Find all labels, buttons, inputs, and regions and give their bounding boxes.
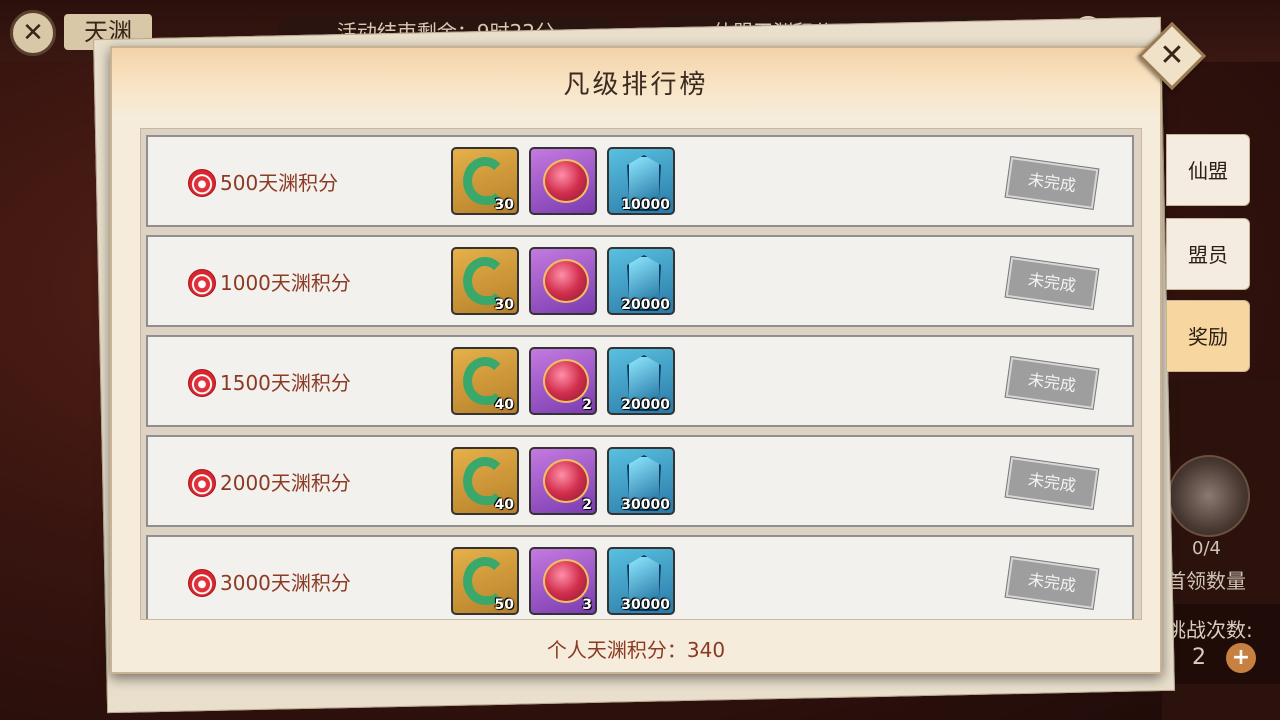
item-quantity: 40 (494, 497, 514, 513)
jade-icon[interactable]: 40 (451, 347, 519, 415)
challenge-label: 挑战次数: (1166, 618, 1253, 642)
jade-icon[interactable]: 40 (451, 447, 519, 515)
reward-row: 1500天渊积分 40 2 20000 未完成 (146, 335, 1134, 427)
item-quantity: 30 (494, 297, 514, 313)
side-tab[interactable]: 盟员 (1166, 218, 1250, 290)
item-quantity: 30000 (621, 497, 670, 513)
flame-icon (188, 369, 216, 397)
row-label: 1000天渊积分 (220, 271, 351, 295)
status-badge: 未完成 (1004, 255, 1100, 311)
reward-row: 500天渊积分 30 10000 未完成 (146, 135, 1134, 227)
flame-icon (188, 169, 216, 197)
status-badge: 未完成 (1004, 455, 1100, 511)
add-challenge-button[interactable]: + (1226, 643, 1256, 673)
flame-icon (188, 469, 216, 497)
reward-row: 1000天渊积分 30 20000 未完成 (146, 235, 1134, 327)
item-quantity: 50 (494, 597, 514, 613)
orb-icon[interactable] (529, 147, 597, 215)
row-label: 2000天渊积分 (220, 471, 351, 495)
spirit-stone-icon[interactable]: 20000 (607, 347, 675, 415)
jade-icon[interactable]: 30 (451, 247, 519, 315)
row-label: 3000天渊积分 (220, 571, 351, 595)
orb-icon-art (543, 259, 589, 303)
item-quantity: 10000 (621, 197, 670, 213)
item-quantity: 2 (582, 397, 592, 413)
jade-icon[interactable]: 50 (451, 547, 519, 615)
flame-icon (188, 569, 216, 597)
back-icon: ✕ (22, 18, 44, 48)
boss-count: 0/4 (1192, 538, 1221, 559)
spirit-stone-icon[interactable]: 30000 (607, 547, 675, 615)
orb-icon[interactable]: 2 (529, 447, 597, 515)
jade-icon[interactable]: 30 (451, 147, 519, 215)
spirit-stone-icon[interactable]: 10000 (607, 147, 675, 215)
flame-icon (188, 269, 216, 297)
spirit-stone-icon[interactable]: 20000 (607, 247, 675, 315)
item-quantity: 40 (494, 397, 514, 413)
item-quantity: 30000 (621, 597, 670, 613)
row-label: 1500天渊积分 (220, 371, 351, 395)
item-quantity: 20000 (621, 397, 670, 413)
challenge-count: 2 (1192, 645, 1206, 670)
item-quantity: 20000 (621, 297, 670, 313)
item-quantity: 3 (582, 597, 592, 613)
back-button[interactable]: ✕ (10, 10, 56, 56)
orb-icon[interactable]: 3 (529, 547, 597, 615)
panel-title: 凡级排行榜 (563, 70, 709, 100)
status-badge: 未完成 (1004, 555, 1100, 611)
orb-icon-art (543, 159, 589, 203)
reward-row: 3000天渊积分 50 3 30000 未完成 (146, 535, 1134, 619)
item-quantity: 2 (582, 497, 592, 513)
side-tab[interactable]: 仙盟 (1166, 134, 1250, 206)
reward-list[interactable]: 500天渊积分 30 10000 未完成 1000天渊积分 30 20000 未完成 1500天… (140, 128, 1142, 620)
reward-row: 2000天渊积分 40 2 30000 未完成 (146, 435, 1134, 527)
status-badge: 未完成 (1004, 355, 1100, 411)
row-label: 500天渊积分 (220, 171, 339, 195)
boss-avatar[interactable] (1168, 455, 1250, 537)
orb-icon[interactable]: 2 (529, 347, 597, 415)
close-icon[interactable]: ✕ (1148, 32, 1196, 80)
spirit-stone-icon[interactable]: 30000 (607, 447, 675, 515)
status-badge: 未完成 (1004, 155, 1100, 211)
orb-icon[interactable] (529, 247, 597, 315)
boss-label: 首领数量 (1166, 569, 1246, 593)
item-quantity: 30 (494, 197, 514, 213)
side-tab[interactable]: 奖励 (1166, 300, 1250, 372)
personal-score: 个人天渊积分：340 (546, 638, 726, 662)
